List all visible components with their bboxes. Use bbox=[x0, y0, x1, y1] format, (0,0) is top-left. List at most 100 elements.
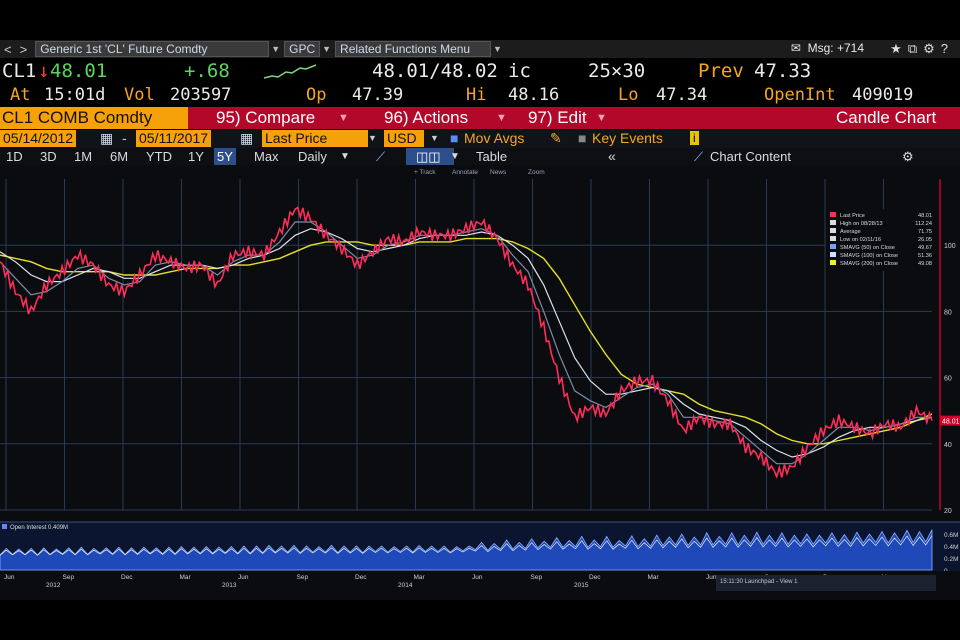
compare-dropdown-icon[interactable]: ▼ bbox=[338, 107, 349, 129]
x-month-label: Jun bbox=[4, 574, 15, 581]
legend-value: 48.01 bbox=[918, 213, 932, 219]
x-month-label: Dec bbox=[589, 574, 601, 581]
legend-label: SMAVG (50) on Close bbox=[840, 245, 895, 251]
collapse-icon[interactable]: « bbox=[608, 148, 616, 165]
legend-value: 51.36 bbox=[918, 253, 932, 259]
period-select[interactable]: Daily bbox=[298, 148, 327, 165]
chart-tool-label: Annotate bbox=[452, 169, 478, 176]
y-tick-label: 80 bbox=[944, 309, 952, 316]
currency-select[interactable]: USD bbox=[384, 130, 424, 147]
terminal-screen: < > Generic 1st 'CL' Future Comdty ▼ GPC… bbox=[0, 40, 960, 600]
bid-ask-suffix: ic bbox=[508, 60, 531, 82]
vol-label: Vol bbox=[124, 85, 155, 105]
info-icon[interactable]: i bbox=[690, 131, 699, 145]
quote-row-1: CL1 ↓ 48.01 +.68 48.01/48.02 ic 25×30 Pr… bbox=[0, 60, 960, 84]
edit-menu[interactable]: 97) Edit bbox=[528, 107, 587, 129]
x-month-label: Mar bbox=[648, 574, 660, 581]
settings-icon[interactable]: ⚙ bbox=[923, 41, 941, 56]
related-functions-menu[interactable]: Related Functions Menu bbox=[335, 41, 492, 57]
key-events-toggle[interactable]: Key Events bbox=[592, 130, 663, 147]
back-arrow-icon[interactable]: < bbox=[0, 42, 16, 57]
legend-value: 49.67 bbox=[918, 245, 932, 251]
period-dropdown-icon[interactable]: ▼ bbox=[340, 148, 350, 165]
range-1m[interactable]: 1M bbox=[74, 148, 92, 165]
x-month-label: Jun bbox=[706, 574, 717, 581]
security-field[interactable]: Generic 1st 'CL' Future Comdty bbox=[35, 41, 270, 57]
end-date-field[interactable]: 05/11/2017 bbox=[136, 130, 212, 147]
last-price: 48.01 bbox=[50, 60, 108, 82]
currency-dropdown-icon[interactable]: ▼ bbox=[430, 130, 439, 147]
style-dropdown-icon[interactable]: ▼ bbox=[450, 148, 460, 165]
legend-swatch bbox=[830, 244, 836, 249]
x-month-label: Jun bbox=[238, 574, 249, 581]
y-tick-label: 40 bbox=[944, 442, 952, 449]
security-ticker-box[interactable]: CL1 COMB Comdty bbox=[0, 107, 188, 129]
price-chart[interactable]: + Track Annotate News Zoom Last Price 48.01 H… bbox=[0, 165, 960, 600]
export-icon[interactable]: ⧉ bbox=[908, 41, 923, 56]
key-events-checkbox-icon[interactable]: ■ bbox=[578, 130, 586, 147]
range-row: 1D 3D 1M 6M YTD 1Y 5Y Max Daily ▼ ⟋ ◫◫ ▼… bbox=[0, 148, 960, 165]
start-calendar-icon[interactable]: ▦ bbox=[100, 130, 113, 147]
chart-settings-icon[interactable]: ⚙ bbox=[902, 148, 914, 165]
bid-ask-size: 25×30 bbox=[588, 60, 646, 82]
vol-value: 203597 bbox=[170, 85, 232, 105]
x-month-label: Jun bbox=[472, 574, 483, 581]
mov-avgs-toggle[interactable]: Mov Avgs bbox=[464, 130, 524, 147]
legend-label: SMAVG (100) on Close bbox=[840, 253, 898, 259]
line-chart-icon[interactable]: ⟋ bbox=[376, 148, 385, 165]
range-ytd[interactable]: YTD bbox=[146, 148, 172, 165]
related-dropdown-icon[interactable]: ▼ bbox=[493, 44, 502, 54]
security-dropdown-icon[interactable]: ▼ bbox=[271, 44, 280, 54]
actions-dropdown-icon[interactable]: ▼ bbox=[496, 107, 507, 129]
legend-label: Average bbox=[840, 229, 861, 235]
range-3d[interactable]: 3D bbox=[40, 148, 57, 165]
range-1d[interactable]: 1D bbox=[6, 148, 23, 165]
range-1y[interactable]: 1Y bbox=[188, 148, 204, 165]
price-field-dropdown-icon[interactable]: ▼ bbox=[368, 130, 377, 147]
x-year-label: 2012 bbox=[46, 582, 61, 589]
oi-y-tick: 0.2M bbox=[944, 556, 958, 563]
actions-menu[interactable]: 96) Actions bbox=[384, 107, 468, 129]
end-calendar-icon[interactable]: ▦ bbox=[240, 130, 253, 147]
chart-content-button[interactable]: Chart Content bbox=[710, 148, 791, 165]
launchpad-label: 15:11:30 Launchpad - View 1 bbox=[720, 579, 798, 585]
quote-row-2: At 15:01d Vol 203597 Op 47.39 Hi 48.16 L… bbox=[0, 84, 960, 106]
chart-type-label[interactable]: Candle Chart bbox=[836, 107, 936, 129]
pencil-icon[interactable]: ✎ bbox=[550, 130, 562, 147]
legend-swatch bbox=[830, 252, 836, 257]
prev-value: 47.33 bbox=[754, 60, 812, 82]
forward-arrow-icon[interactable]: > bbox=[16, 42, 32, 57]
function-dropdown-icon[interactable]: ▼ bbox=[322, 44, 331, 54]
chart-area[interactable]: + Track Annotate News Zoom Last Price 48.01 H… bbox=[0, 165, 960, 600]
star-icon[interactable]: ★ bbox=[890, 41, 908, 56]
open-value: 47.39 bbox=[352, 85, 404, 105]
start-date-field[interactable]: 05/14/2012 bbox=[0, 130, 77, 147]
chart-content-icon: ⟋ bbox=[694, 149, 704, 164]
legend-swatch bbox=[830, 212, 836, 217]
mov-avgs-checkbox-icon[interactable]: ■ bbox=[450, 130, 458, 147]
range-5y[interactable]: 5Y bbox=[214, 148, 236, 165]
open-interest-label: OpenInt bbox=[764, 85, 836, 105]
x-axis: JunSepDecMarJunSepDecMarJunSepDecMarJunS… bbox=[0, 571, 960, 600]
edit-dropdown-icon[interactable]: ▼ bbox=[596, 107, 607, 129]
prev-label: Prev bbox=[698, 60, 744, 82]
bid-ask: 48.01/48.02 bbox=[372, 60, 498, 82]
legend-swatch bbox=[830, 236, 836, 241]
legend: Last Price 48.01 High on 08/28/13 112.24 Ave… bbox=[826, 209, 936, 271]
help-icon[interactable]: ? bbox=[941, 41, 954, 56]
range-6m[interactable]: 6M bbox=[110, 148, 128, 165]
table-button[interactable]: Table bbox=[476, 148, 507, 165]
price-field-select[interactable]: Last Price bbox=[262, 130, 368, 147]
oi-y-tick: 0.4M bbox=[944, 544, 958, 551]
legend-label: High on 08/28/13 bbox=[840, 221, 883, 227]
date-separator: - bbox=[122, 130, 127, 146]
message-count[interactable]: ✉ Msg: +714 bbox=[791, 41, 864, 55]
compare-menu[interactable]: 95) Compare bbox=[216, 107, 315, 129]
x-month-label: Mar bbox=[414, 574, 426, 581]
range-max[interactable]: Max bbox=[254, 148, 279, 165]
function-field[interactable]: GPC bbox=[284, 41, 321, 57]
high-label: Hi bbox=[466, 85, 487, 105]
x-month-label: Mar bbox=[180, 574, 192, 581]
candle-style-icon[interactable]: ◫◫ bbox=[406, 148, 454, 165]
open-interest-value: 409019 bbox=[852, 85, 914, 105]
